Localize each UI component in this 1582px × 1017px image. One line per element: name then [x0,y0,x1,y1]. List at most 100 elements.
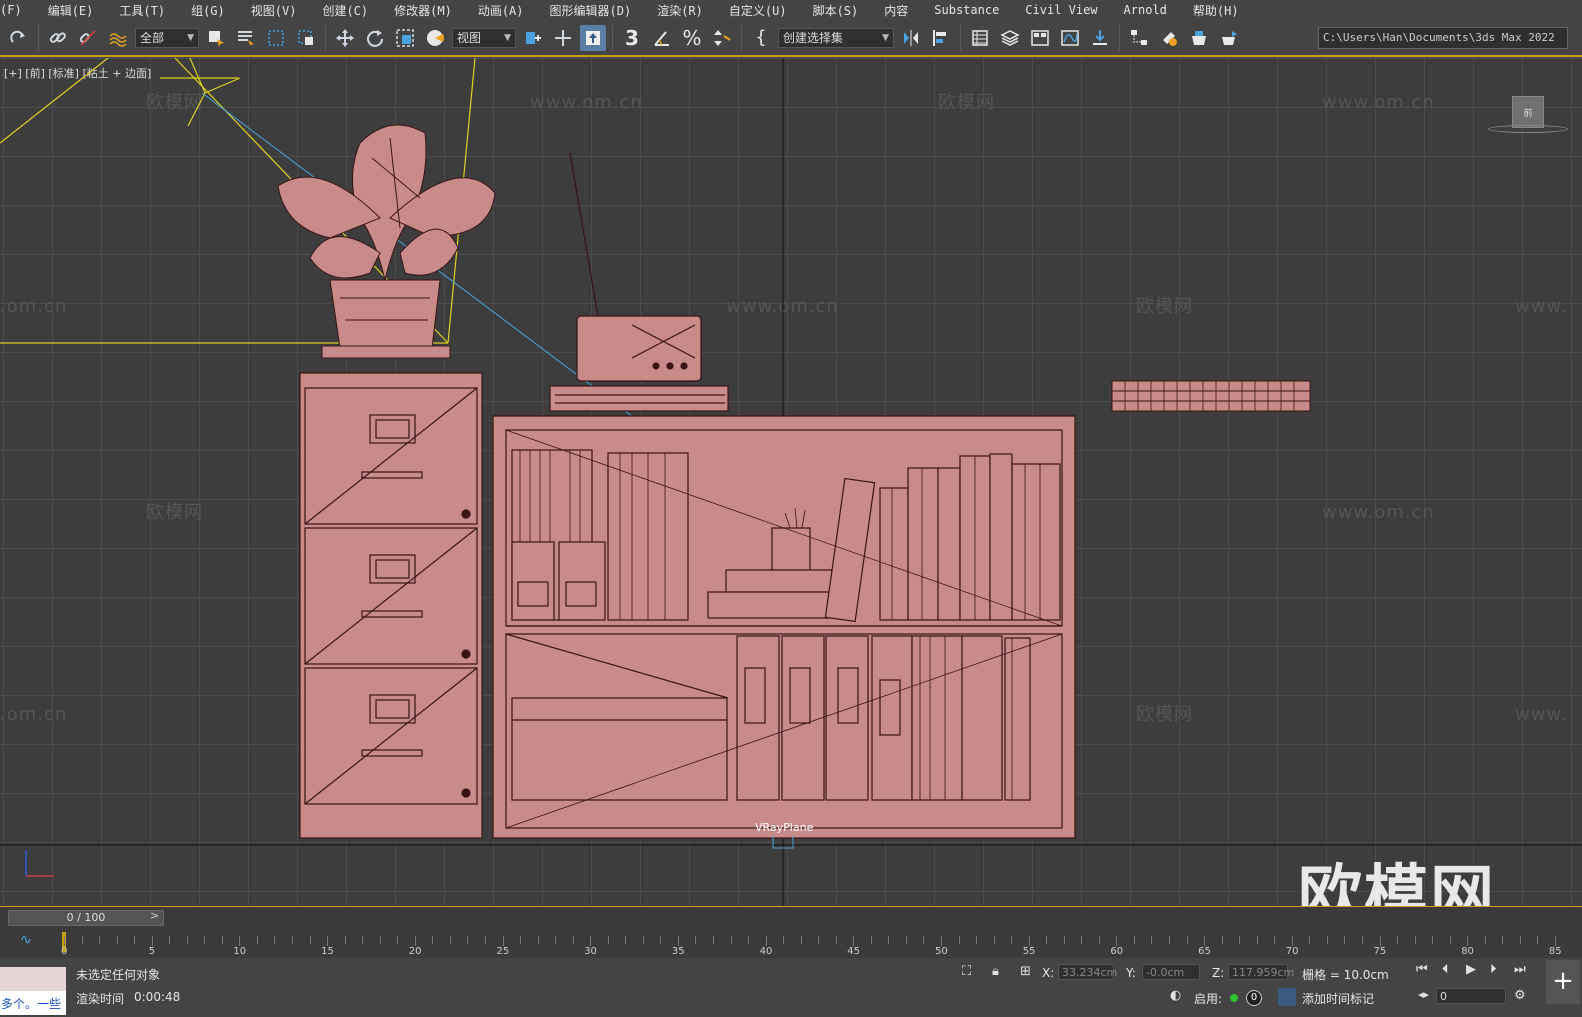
menu-item[interactable]: 帮助(H) [1180,2,1252,19]
select-manipulate-icon[interactable] [550,25,576,51]
layer-explorer-icon[interactable] [997,25,1023,51]
current-frame-field[interactable]: 0 [1436,988,1506,1004]
snaps-toggle-icon[interactable]: 3 [619,25,645,51]
percent-snap-icon[interactable]: % [679,25,705,51]
timeline-tick [1537,936,1539,944]
play-icon[interactable]: ▶ [1466,962,1476,977]
enable-count-badge[interactable]: 0 [1246,990,1262,1006]
menu-item[interactable]: 视图(V) [238,2,310,19]
timeline-tick [853,936,855,946]
go-to-start-icon[interactable]: ⏮ [1416,962,1428,977]
menu-item[interactable]: 脚本(S) [800,2,872,19]
previous-frame-icon[interactable]: ⏴ [1442,962,1449,977]
rotate-icon[interactable] [362,25,388,51]
rendered-frame-window-icon[interactable] [1186,25,1212,51]
time-slider-thumb[interactable]: 0 / 100 [8,910,164,926]
maxscript-input[interactable] [0,967,66,991]
menu-item[interactable]: 编辑(E) [35,2,107,19]
menu-item[interactable]: 工具(T) [106,2,178,19]
named-selection-dropdown[interactable]: 创建选择集 ▼ [778,27,894,48]
z-label: Z: [1212,966,1225,980]
maxscript-listener[interactable]: 多个。一些 [0,967,66,1015]
timeline-tick [1379,936,1381,946]
edit-named-selection-icon[interactable]: { [748,25,774,51]
menu-item[interactable]: Civil View [1012,3,1110,17]
bind-space-warp-icon[interactable] [105,25,131,51]
isolate-selection-icon[interactable]: ⛶ [962,964,971,979]
schematic-view-icon[interactable] [1126,25,1152,51]
curve-editor-mini-icon[interactable]: ∿ [20,932,32,948]
absolute-mode-icon[interactable]: ⊞ [1020,964,1031,979]
x-coordinate-field[interactable]: 33.234cm [1058,964,1117,980]
timeline-tick [256,936,258,944]
spinner-snap-icon[interactable] [709,25,735,51]
z-coordinate-field[interactable]: 117.959cm [1228,964,1294,980]
menu-item[interactable]: 创建(C) [309,2,381,19]
scene-explorer-icon[interactable] [967,25,993,51]
timeline-tick [64,936,65,946]
menu-item[interactable]: 渲染(R) [644,2,716,19]
toggle-ribbon-icon[interactable] [1027,25,1053,51]
render-production-icon[interactable] [1216,25,1242,51]
render-setup-icon[interactable] [1156,25,1182,51]
timeline-tick [221,936,223,944]
mirror-icon[interactable] [898,25,924,51]
placement-icon[interactable] [422,25,448,51]
menu-item[interactable]: Substance [921,3,1012,17]
timeline-tick [1098,936,1100,944]
timeline-tick [151,936,153,946]
go-to-end-icon[interactable]: ⏭ [1514,962,1526,977]
timeline-tick [1291,936,1293,946]
timeline-tick [1116,936,1118,946]
select-by-name-icon[interactable] [233,25,259,51]
track-bar[interactable]: ∿ 0 5 10 15 20 25 30 35 40 45 50 55 60 65 70 75 80 85 [0,928,1582,958]
keyboard-shortcut-override-icon[interactable] [580,24,606,51]
maxscript-output[interactable]: 多个。一些 [0,991,66,1015]
viewport-front[interactable]: [+] [前] [标准] [粘土 + 边面] 欧模网 www.om.cn 欧模网… [0,58,1582,906]
rectangular-selection-icon[interactable] [263,25,289,51]
x-label: X: [1042,966,1055,980]
project-path-field[interactable]: C:\Users\Han\Documents\3ds Max 2022 [1318,27,1568,49]
timeline-tick [99,936,101,944]
viewcube[interactable]: 前 [1512,96,1544,128]
menu-item[interactable]: 内容 [871,2,921,19]
adaptive-degradation-icon[interactable]: ◐ [1170,988,1181,1003]
time-slider[interactable]: < 0 / 100 > [0,906,1582,928]
window-crossing-icon[interactable] [293,25,319,51]
menu-item[interactable]: 组(G) [178,2,238,19]
unlink-icon[interactable] [75,25,101,51]
curve-editor-icon[interactable] [1057,25,1083,51]
time-config-icon[interactable]: ⚙ [1514,988,1526,1003]
time-tag-icon[interactable] [1278,988,1296,1006]
viewport-nav-plus-icon[interactable]: + [1546,960,1580,1004]
menu-item[interactable]: 图形编辑器(D) [537,2,645,19]
timeline-tick [1361,936,1363,944]
timeline-tick-label: 20 [408,946,422,957]
next-frame-icon[interactable]: > [150,909,159,922]
selection-filter-dropdown[interactable]: 全部 ▼ [135,27,199,48]
redo-icon[interactable] [6,25,32,51]
menu-item[interactable]: 自定义(U) [716,2,800,19]
viewcube-compass-ring[interactable] [1488,125,1568,133]
select-object-icon[interactable] [203,25,229,51]
add-time-tag[interactable]: 添加时间标记 [1302,990,1374,1007]
reference-coord-dropdown[interactable]: 视图 ▼ [452,27,516,48]
y-coordinate-field[interactable]: -0.0cm [1142,964,1200,980]
menu-item[interactable]: 修改器(M) [381,2,465,19]
next-frame-icon[interactable]: ⏵ [1490,962,1497,977]
menu-item[interactable]: 动画(A) [465,2,537,19]
angle-snap-icon[interactable] [649,25,675,51]
move-icon[interactable] [332,25,358,51]
menu-item[interactable]: Arnold [1111,3,1180,17]
align-icon[interactable] [928,25,954,51]
lock-selection-icon[interactable]: 🔒︎ [992,964,999,979]
dope-sheet-icon[interactable] [1087,25,1113,51]
pivot-center-icon[interactable] [520,25,546,51]
menu-item[interactable]: (F) [0,3,35,17]
timeline-tick [502,936,504,946]
timeline-tick [1063,936,1065,944]
scale-icon[interactable] [392,25,418,51]
link-icon[interactable] [45,25,71,51]
timeline-tick-label: 0 [61,946,68,957]
key-mode-icon[interactable]: ◂▸ [1418,988,1429,1001]
